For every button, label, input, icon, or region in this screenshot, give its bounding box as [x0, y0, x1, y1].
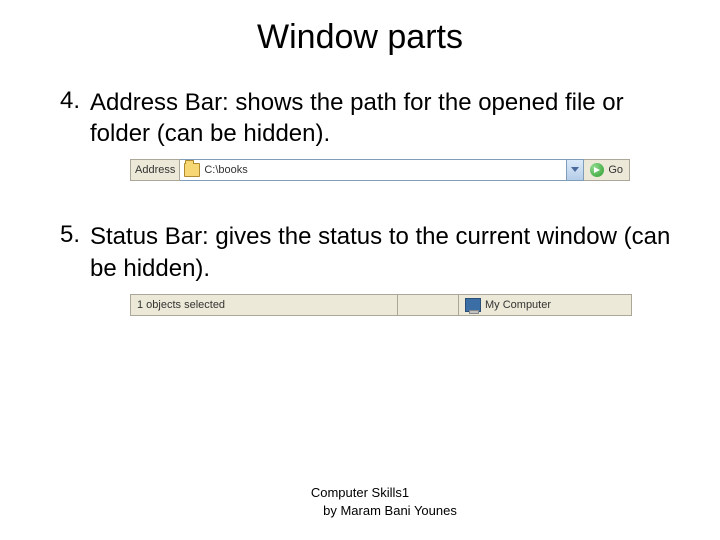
computer-icon: [465, 298, 481, 312]
status-right-panel: My Computer: [459, 295, 631, 315]
item-text: Address Bar: shows the path for the open…: [90, 87, 680, 149]
statusbar-illustration: 1 objects selected My Computer: [130, 294, 680, 316]
status-right-label: My Computer: [485, 299, 551, 311]
list-item-5: 5. Status Bar: gives the status to the c…: [40, 221, 680, 283]
item-text: Status Bar: gives the status to the curr…: [90, 221, 680, 283]
footer-line-1: Computer Skills1: [0, 484, 720, 502]
item-number: 4.: [40, 87, 90, 149]
list-item-4: 4. Address Bar: shows the path for the o…: [40, 87, 680, 149]
address-field: C:\books: [180, 159, 567, 181]
go-button: Go: [584, 159, 630, 181]
slide-footer: Computer Skills1 by Maram Bani Younes: [0, 484, 720, 520]
status-bar: 1 objects selected My Computer: [130, 294, 632, 316]
go-label: Go: [608, 164, 623, 176]
status-mid-panel: [398, 295, 459, 315]
address-path: C:\books: [204, 164, 247, 176]
status-left-panel: 1 objects selected: [131, 295, 398, 315]
addressbar-illustration: Address C:\books Go: [130, 159, 680, 181]
address-bar: Address C:\books Go: [130, 159, 630, 181]
slide-title: Window parts: [0, 0, 720, 57]
content-area: 4. Address Bar: shows the path for the o…: [0, 57, 720, 316]
chevron-down-icon: [571, 167, 579, 173]
address-dropdown: [567, 159, 584, 181]
item-number: 5.: [40, 221, 90, 283]
go-arrow-icon: [590, 163, 604, 177]
footer-line-2: by Maram Bani Younes: [0, 502, 720, 520]
folder-icon: [184, 163, 200, 177]
address-label: Address: [130, 159, 180, 181]
